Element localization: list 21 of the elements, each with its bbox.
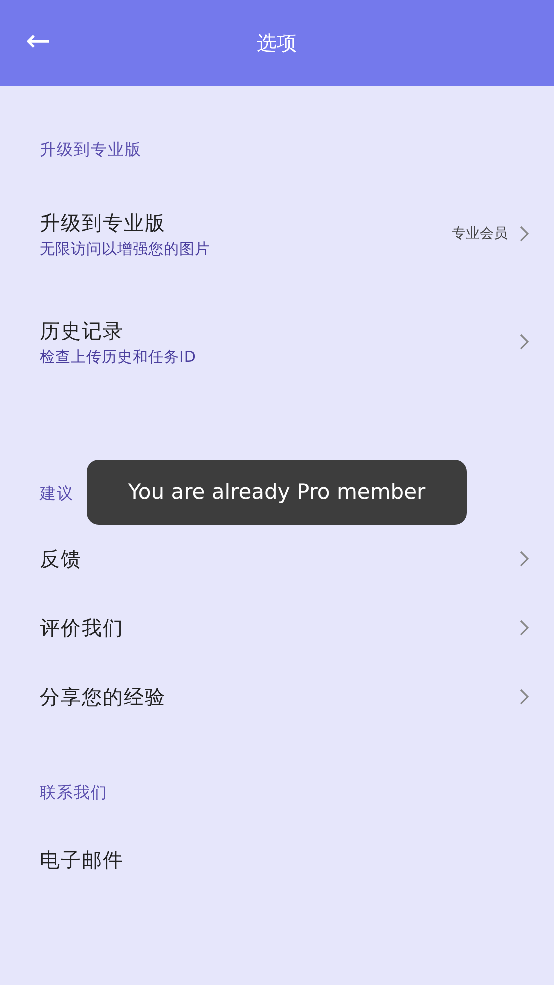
section-header: 升级到专业版 xyxy=(40,140,142,159)
settings-item[interactable]: 电子邮件 xyxy=(0,825,554,894)
item-title: 历史记录 xyxy=(40,318,125,345)
item-title: 电子邮件 xyxy=(40,846,125,874)
back-button[interactable]: ← xyxy=(26,22,52,62)
item-title: 评价我们 xyxy=(40,614,125,642)
section-header: 联系我们 xyxy=(40,783,108,802)
item-title: 反馈 xyxy=(40,546,83,572)
section-header: 建议 xyxy=(40,484,74,503)
settings-item[interactable]: 反馈 xyxy=(0,524,554,593)
item-title: 升级到专业版 xyxy=(40,210,167,237)
screen-title: 选项 xyxy=(257,30,297,57)
settings-item[interactable]: 升级到专业版 无限访问以增强您的图片 专业会员 xyxy=(0,180,554,288)
item-title: 分享您的经验 xyxy=(40,684,167,710)
settings-item[interactable]: 历史记录 检查上传历史和任务ID xyxy=(0,288,554,396)
item-subtitle: 检查上传历史和任务ID xyxy=(40,346,198,368)
toast-message: You are already Pro member xyxy=(87,460,467,525)
item-subtitle: 无限访问以增强您的图片 xyxy=(40,238,212,260)
item-value: 专业会员 xyxy=(452,224,508,244)
settings-item[interactable]: 评价我们 xyxy=(0,593,554,662)
settings-item[interactable]: 分享您的经验 xyxy=(0,662,554,731)
